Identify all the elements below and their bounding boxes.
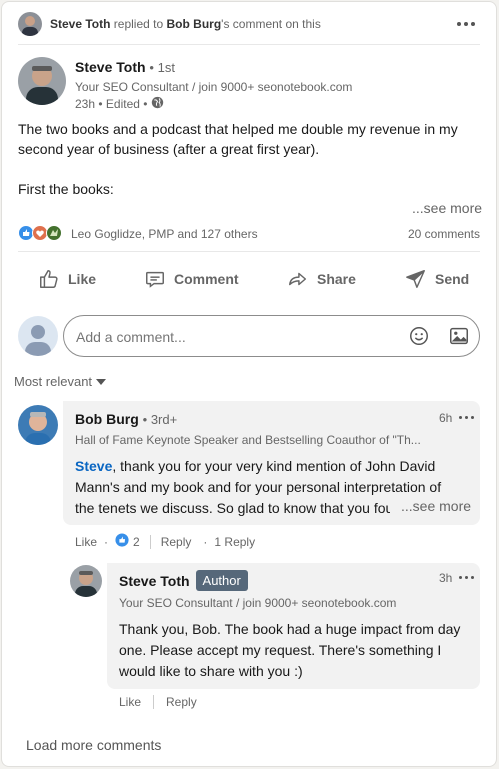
load-more-comments-button[interactable]: Load more comments bbox=[26, 737, 161, 753]
comment-text: Steve, thank you for your very kind ment… bbox=[75, 456, 441, 519]
reply-social-bar: Like Reply bbox=[119, 695, 197, 709]
comment-text-line: the tenets we discuss. So glad to know t… bbox=[75, 500, 390, 516]
comment-reply-button[interactable]: Reply bbox=[161, 535, 192, 549]
caret-down-icon bbox=[96, 374, 107, 389]
comment-author-line: Bob Burg • 3rd+ bbox=[75, 411, 177, 427]
context-action: replied to bbox=[113, 17, 164, 31]
context-target[interactable]: Bob Burg bbox=[167, 17, 222, 31]
sort-dropdown[interactable]: Most relevant bbox=[14, 374, 107, 389]
share-icon bbox=[287, 268, 309, 290]
comment-label: Comment bbox=[174, 271, 239, 287]
reply-author-line: Steve Toth Author bbox=[119, 570, 248, 591]
post-meta: 23h • Edited • bbox=[75, 96, 164, 112]
comment-replies-count[interactable]: 1 Reply bbox=[214, 535, 255, 549]
emoji-icon[interactable] bbox=[408, 325, 430, 352]
reactions-text[interactable]: Leo Goglidze, PMP and 127 others bbox=[71, 227, 258, 241]
comment-icon bbox=[144, 268, 166, 290]
comments-count[interactable]: 20 comments bbox=[408, 227, 480, 241]
bar-separator bbox=[153, 695, 155, 709]
sort-label: Most relevant bbox=[14, 374, 93, 389]
context-suffix: 's comment on this bbox=[221, 17, 321, 31]
post-author-connection: • 1st bbox=[149, 60, 175, 75]
context-avatar[interactable] bbox=[18, 12, 42, 36]
post-body-line: The two books and a podcast that helped … bbox=[18, 121, 458, 137]
comment-author-name[interactable]: Bob Burg bbox=[75, 411, 139, 427]
context-line: Steve Toth replied to Bob Burg's comment… bbox=[50, 17, 321, 31]
comment-like-count[interactable]: 2 bbox=[133, 535, 140, 549]
author-badge: Author bbox=[195, 570, 248, 591]
dot-separator: · bbox=[203, 534, 208, 549]
post-body: The two books and a podcast that helped … bbox=[18, 119, 478, 199]
reaction-icons[interactable] bbox=[18, 225, 62, 246]
more-options-icon[interactable] bbox=[457, 22, 475, 26]
reply-reply-button[interactable]: Reply bbox=[166, 695, 197, 709]
comment-text-line: , thank you for your very kind mention o… bbox=[112, 458, 436, 474]
share-button[interactable]: Share bbox=[287, 268, 356, 290]
bar-separator bbox=[149, 534, 151, 549]
post-meta-text: 23h • Edited • bbox=[75, 97, 148, 111]
comment-author-avatar[interactable] bbox=[18, 405, 58, 445]
comment-see-more-button[interactable]: ...see more bbox=[397, 498, 472, 514]
support-reaction-icon bbox=[46, 225, 62, 246]
comment-text-line: Mann's and my book and for your personal… bbox=[75, 479, 442, 495]
send-button[interactable]: Send bbox=[405, 268, 469, 290]
image-icon[interactable] bbox=[448, 325, 470, 352]
current-user-avatar[interactable] bbox=[18, 316, 58, 356]
divider bbox=[18, 251, 480, 252]
dot-separator: · bbox=[104, 534, 109, 549]
comment-input[interactable] bbox=[63, 315, 480, 358]
reply-author-avatar[interactable] bbox=[70, 565, 102, 597]
comment-author-degree: • 3rd+ bbox=[142, 412, 178, 427]
reply-author-headline: Your SEO Consultant / join 9000+ seonote… bbox=[119, 596, 397, 610]
reply-more-options-icon[interactable] bbox=[459, 576, 474, 579]
post-author-name[interactable]: Steve Toth bbox=[75, 59, 146, 75]
comment-like-button[interactable]: Like bbox=[75, 535, 97, 549]
comment-author-headline: Hall of Fame Keynote Speaker and Bestsel… bbox=[75, 433, 421, 447]
share-label: Share bbox=[317, 271, 356, 287]
post-author-line: Steve Toth • 1st bbox=[75, 59, 175, 75]
divider bbox=[18, 44, 480, 45]
post-author-avatar[interactable] bbox=[18, 57, 66, 105]
like-reaction-icon bbox=[115, 533, 129, 550]
globe-icon bbox=[151, 96, 164, 112]
reply-bubble: Steve Toth Author 3h Your SEO Consultant… bbox=[107, 563, 480, 689]
like-button[interactable]: Like bbox=[38, 268, 96, 290]
post-body-line: second year of business (after a great f… bbox=[18, 141, 320, 157]
comment-bubble: Bob Burg • 3rd+ 6h Hall of Fame Keynote … bbox=[63, 401, 480, 525]
reply-like-button[interactable]: Like bbox=[119, 695, 141, 709]
thumbs-up-icon bbox=[38, 268, 60, 290]
reply-author-name[interactable]: Steve Toth bbox=[119, 573, 190, 589]
reply-text-line: Thank you, Bob. The book had a huge impa… bbox=[119, 621, 461, 637]
reply-time: 3h bbox=[439, 571, 453, 585]
context-actor[interactable]: Steve Toth bbox=[50, 17, 110, 31]
send-label: Send bbox=[435, 271, 470, 287]
comment-button[interactable]: Comment bbox=[144, 268, 239, 290]
post-body-line: First the books: bbox=[18, 181, 114, 197]
post-author-headline: Your SEO Consultant / join 9000+ seonote… bbox=[75, 80, 353, 94]
mention-link[interactable]: Steve bbox=[75, 458, 112, 474]
send-icon bbox=[405, 268, 427, 290]
reply-text: Thank you, Bob. The book had a huge impa… bbox=[119, 619, 460, 682]
reply-text-line: one. Please accept my request. There's s… bbox=[119, 642, 442, 658]
like-label: Like bbox=[68, 271, 97, 287]
comment-more-options-icon[interactable] bbox=[459, 416, 474, 419]
reply-text-line: would like to share with you :) bbox=[119, 663, 303, 679]
feed-card: Steve Toth replied to Bob Burg's comment… bbox=[1, 1, 497, 767]
comment-social-bar: Like · 2 Reply · 1 Reply bbox=[75, 533, 255, 550]
comment-time: 6h bbox=[439, 411, 453, 425]
comment-input-field[interactable] bbox=[74, 316, 398, 358]
post-see-more-button[interactable]: ...see more bbox=[412, 200, 482, 216]
